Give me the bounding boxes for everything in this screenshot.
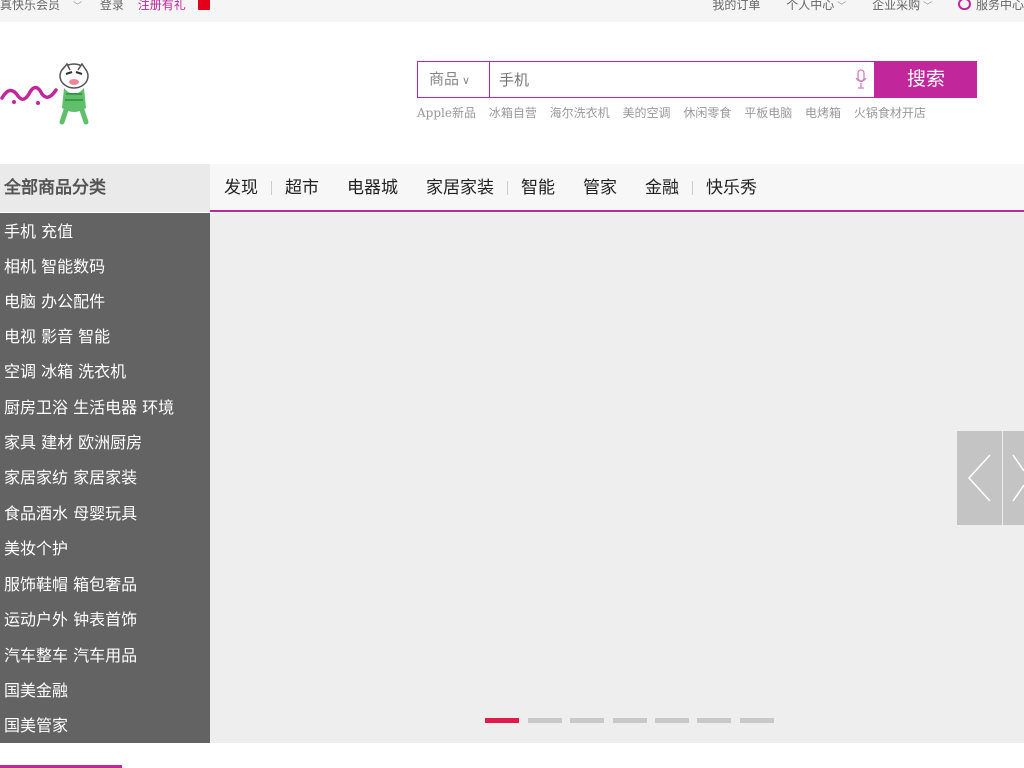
sidebar-item-tv[interactable]: 电视 影音 智能 [4, 327, 110, 347]
nav-item-discover[interactable]: 发现 [224, 164, 258, 212]
microphone-icon[interactable] [855, 69, 867, 90]
nav-item-appliances[interactable]: 电器城 [347, 164, 398, 212]
nav-item-finance[interactable]: 金融 [645, 164, 679, 212]
bottom-section [0, 743, 1024, 768]
nav-divider [271, 181, 272, 195]
chevron-right-icon [1012, 454, 1024, 502]
search-category-label: 商品 [429, 70, 460, 88]
sidebar-item-finance[interactable]: 国美金融 [4, 681, 68, 701]
logo-wordmark-icon [0, 85, 58, 105]
sidebar-item-beauty[interactable]: 美妆个护 [4, 539, 68, 559]
category-sidebar: 手机 充值 相机 智能数码 电脑 办公配件 电视 影音 智能 空调 冰箱 洗衣机… [0, 213, 210, 743]
hotword-link[interactable]: 冰箱自营 [489, 106, 537, 120]
nav-item-show[interactable]: 快乐秀 [706, 164, 757, 212]
login-link[interactable]: 登录 [100, 0, 124, 12]
nav-item-butler[interactable]: 管家 [583, 164, 617, 212]
service-center-label: 服务中心 [975, 0, 1024, 12]
nav-item-supermarket[interactable]: 超市 [285, 164, 319, 212]
hotword-link[interactable]: 平板电脑 [744, 106, 792, 120]
chevron-down-icon: ﹀ [923, 2, 933, 12]
sidebar-item-sports[interactable]: 运动户外 钟表首饰 [4, 610, 137, 630]
register-link[interactable]: 注册有礼 [138, 0, 220, 12]
search-button[interactable]: 搜索 [875, 61, 977, 98]
sidebar-item-food[interactable]: 食品酒水 母婴玩具 [4, 504, 137, 524]
chevron-down-icon: ﹀ [73, 2, 83, 12]
service-center-link[interactable]: 服务中心 [957, 0, 1024, 12]
carousel-dot[interactable] [613, 718, 647, 723]
main-nav: 全部商品分类 发现 超市 电器城 家居家装 智能 管家 金融 快乐秀 [0, 164, 1024, 212]
chevron-left-icon [967, 454, 991, 502]
sidebar-item-auto[interactable]: 汽车整车 汽车用品 [4, 646, 137, 666]
hotword-link[interactable]: Apple新品 [417, 106, 476, 120]
personal-center-menu[interactable]: 个人中心 ﹀ [786, 0, 846, 12]
sidebar-item-appliances[interactable]: 空调 冰箱 洗衣机 [4, 362, 126, 382]
hot-search-words: Apple新品 冰箱自营 海尔洗衣机 美的空调 休闲零食 平板电脑 电烤箱 火锅… [417, 104, 935, 121]
search-bar: 商品∨ 搜索 [417, 61, 977, 98]
nav-divider [692, 181, 693, 195]
enterprise-label: 企业采购 [872, 0, 921, 12]
nav-divider [507, 181, 508, 195]
sidebar-item-textiles[interactable]: 家居家纺 家居家装 [4, 468, 137, 488]
hotword-link[interactable]: 美的空调 [623, 106, 671, 120]
carousel-dot[interactable] [570, 718, 604, 723]
hotword-link[interactable]: 海尔洗衣机 [550, 106, 610, 120]
register-label: 注册有礼 [137, 0, 186, 12]
top-bar: 真快乐会员 ﹀ 登录 注册有礼 我的订单 个人中心 ﹀ 企业采购 ﹀ 服务中心 [0, 0, 1024, 22]
chevron-down-icon: ﹀ [837, 2, 847, 12]
nav-item-home[interactable]: 家居家装 [426, 164, 494, 212]
member-link[interactable]: 真快乐会员 [0, 0, 60, 12]
enterprise-menu[interactable]: 企业采购 ﹀ [872, 0, 932, 12]
sidebar-item-phones[interactable]: 手机 充值 [4, 222, 73, 242]
carousel-prev-button[interactable] [957, 431, 1002, 525]
hotword-link[interactable]: 电烤箱 [805, 106, 841, 120]
all-categories-button[interactable]: 全部商品分类 [0, 164, 210, 212]
banner-carousel[interactable] [210, 213, 1024, 743]
hotword-link[interactable]: 火锅食材开店 [854, 106, 926, 120]
carousel-dot[interactable] [697, 718, 731, 723]
sidebar-item-kitchen[interactable]: 厨房卫浴 生活电器 环境 [4, 398, 174, 418]
nav-item-smart[interactable]: 智能 [521, 164, 555, 212]
tiger-mascot-icon [59, 62, 89, 125]
carousel-next-button[interactable] [1003, 431, 1024, 525]
personal-center-label: 个人中心 [786, 0, 835, 12]
hotword-link[interactable]: 休闲零食 [683, 106, 731, 120]
carousel-dot[interactable] [740, 718, 774, 723]
sidebar-item-cameras[interactable]: 相机 智能数码 [4, 257, 105, 277]
sidebar-item-butler[interactable]: 国美管家 [4, 716, 68, 736]
sidebar-item-furniture[interactable]: 家具 建材 欧洲厨房 [4, 433, 142, 453]
carousel-dot[interactable] [528, 718, 562, 723]
chevron-down-icon: ∨ [462, 74, 471, 87]
carousel-dot[interactable] [485, 718, 519, 723]
headset-icon [957, 0, 971, 10]
carousel-dot[interactable] [655, 718, 689, 723]
sidebar-item-computers[interactable]: 电脑 办公配件 [4, 292, 105, 312]
site-logo[interactable] [0, 60, 95, 126]
sidebar-item-apparel[interactable]: 服饰鞋帽 箱包奢品 [4, 575, 137, 595]
search-category-select[interactable]: 商品 ∨ [417, 61, 489, 98]
search-input[interactable] [489, 61, 875, 98]
my-orders-link[interactable]: 我的订单 [712, 0, 760, 12]
gift-icon [197, 0, 210, 10]
